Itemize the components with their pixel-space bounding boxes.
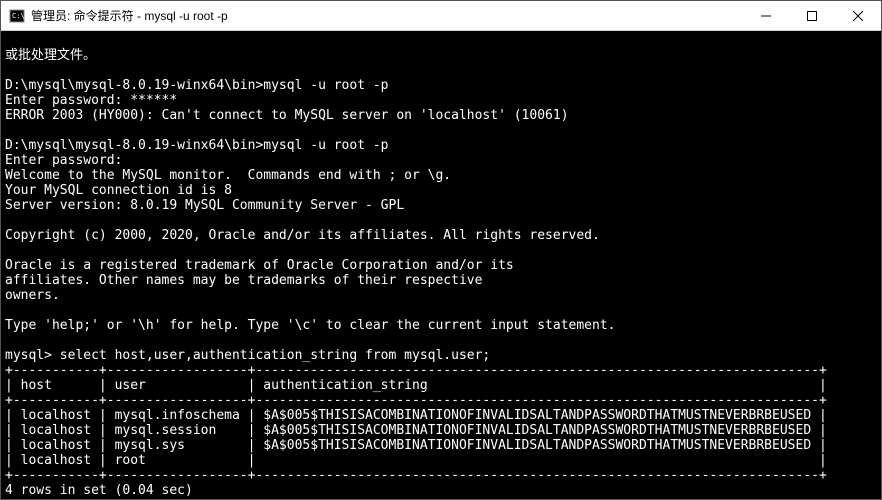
terminal-line: D:\mysql\mysql-8.0.19-winx64\bin>mysql -… xyxy=(5,78,389,93)
table-border: +-----------+------------------+--------… xyxy=(5,363,827,378)
terminal-line: owners. xyxy=(5,288,60,303)
close-button[interactable] xyxy=(835,1,881,31)
terminal-line: 4 rows in set (0.04 sec) xyxy=(5,483,193,498)
window-title: 管理员: 命令提示符 - mysql -u root -p xyxy=(31,7,228,24)
terminal-line: Type 'help;' or '\h' for help. Type '\c'… xyxy=(5,318,615,333)
table-row: | localhost | mysql.sys | $A$005$THISISA… xyxy=(5,438,827,453)
window-controls xyxy=(743,1,881,30)
table-row: | localhost | root | | xyxy=(5,453,827,468)
terminal-line: mysql> select host,user,authentication_s… xyxy=(5,348,490,363)
terminal-line: Enter password: ****** xyxy=(5,93,177,108)
terminal-line: D:\mysql\mysql-8.0.19-winx64\bin>mysql -… xyxy=(5,138,389,153)
terminal-line: Enter password: xyxy=(5,153,122,168)
svg-text:C:\: C:\ xyxy=(12,12,25,20)
table-header: | host | user | authentication_string | xyxy=(5,378,827,393)
table-border: +-----------+------------------+--------… xyxy=(5,468,827,483)
terminal-line: Server version: 8.0.19 MySQL Community S… xyxy=(5,198,404,213)
table-row: | localhost | mysql.infoschema | $A$005$… xyxy=(5,408,827,423)
terminal-line: Oracle is a registered trademark of Orac… xyxy=(5,258,514,273)
terminal-area[interactable]: 或批处理文件。 D:\mysql\mysql-8.0.19-winx64\bin… xyxy=(1,31,881,499)
command-prompt-window: C:\ 管理员: 命令提示符 - mysql -u root -p 或批处理文件… xyxy=(0,0,882,500)
maximize-button[interactable] xyxy=(789,1,835,31)
terminal-line: ERROR 2003 (HY000): Can't connect to MyS… xyxy=(5,108,569,123)
terminal-line: Welcome to the MySQL monitor. Commands e… xyxy=(5,168,451,183)
table-row: | localhost | mysql.session | $A$005$THI… xyxy=(5,423,827,438)
minimize-button[interactable] xyxy=(743,1,789,31)
terminal-line: affiliates. Other names may be trademark… xyxy=(5,273,482,288)
terminal-line: Copyright (c) 2000, 2020, Oracle and/or … xyxy=(5,228,600,243)
cmd-icon: C:\ xyxy=(9,8,25,24)
terminal-line: Your MySQL connection id is 8 xyxy=(5,183,232,198)
terminal-line: 或批处理文件。 xyxy=(5,48,96,63)
titlebar[interactable]: C:\ 管理员: 命令提示符 - mysql -u root -p xyxy=(1,1,881,31)
table-border: +-----------+------------------+--------… xyxy=(5,393,827,408)
